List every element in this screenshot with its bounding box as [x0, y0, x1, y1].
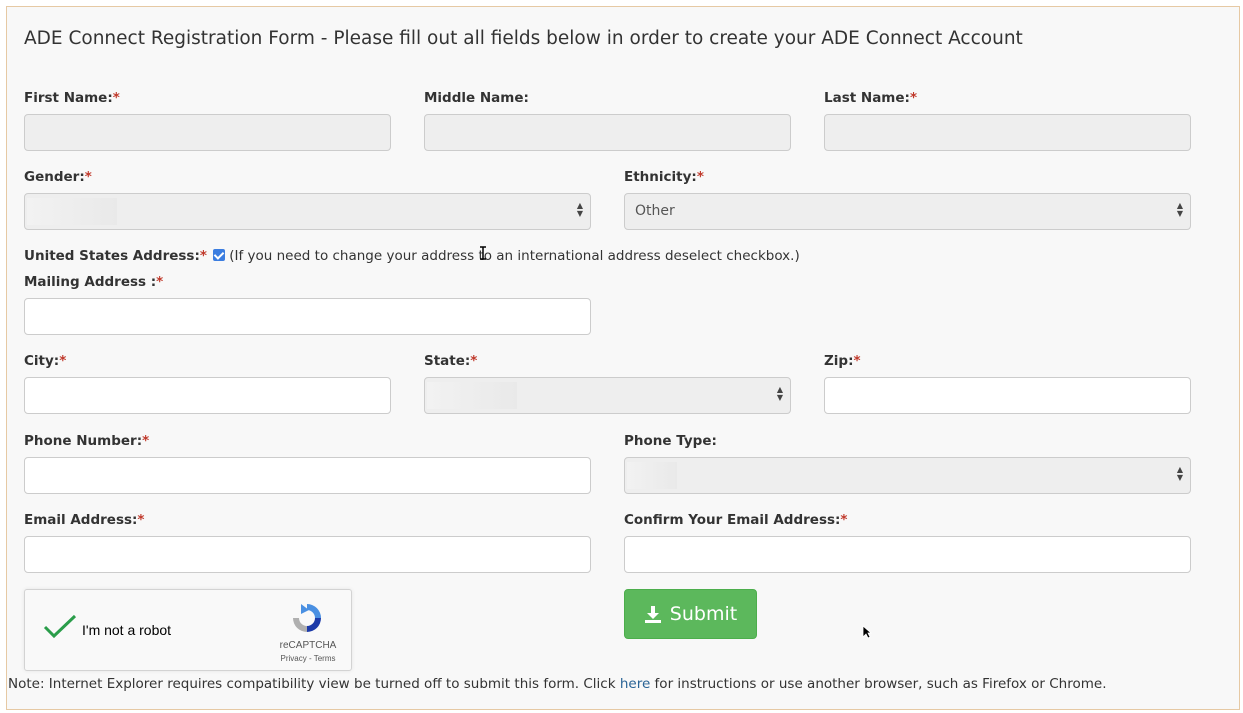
required-marker: * [137, 512, 145, 528]
first-name-label: First Name:* [24, 90, 120, 106]
browser-note: Note: Internet Explorer requires compati… [8, 676, 1107, 692]
required-marker: * [112, 90, 120, 106]
phone-number-label: Phone Number:* [24, 433, 150, 449]
us-address-label: United States Address: [24, 248, 200, 264]
ethnicity-select[interactable]: Other ▲ ▼ [624, 193, 1191, 230]
select-arrows-icon: ▲ ▼ [1176, 201, 1184, 218]
middle-name-input[interactable] [424, 114, 791, 151]
email-input[interactable] [24, 536, 591, 573]
recaptcha-widget[interactable]: I'm not a robot reCAPTCHA Privacy - Term… [24, 589, 352, 671]
city-input[interactable] [24, 377, 391, 414]
required-marker: * [142, 433, 150, 449]
recaptcha-links[interactable]: Privacy - Terms [273, 654, 343, 663]
ethnicity-label: Ethnicity:* [624, 169, 704, 185]
middle-name-label: Middle Name: [424, 90, 529, 106]
city-label: City:* [24, 353, 67, 369]
checkmark-icon[interactable] [43, 614, 77, 640]
us-address-checkbox[interactable] [213, 249, 226, 261]
first-name-input[interactable] [24, 114, 391, 151]
mailing-address-label: Mailing Address :* [24, 274, 164, 290]
confirm-email-input[interactable] [624, 536, 1191, 573]
zip-label: Zip:* [824, 353, 861, 369]
state-label: State:* [424, 353, 478, 369]
confirm-email-label: Confirm Your Email Address:* [624, 512, 848, 528]
email-label: Email Address:* [24, 512, 145, 528]
select-arrows-icon: ▲ ▼ [1176, 465, 1184, 482]
required-marker: * [84, 169, 92, 185]
ethnicity-select-value: Other [635, 203, 675, 219]
select-arrows-icon: ▲ ▼ [776, 385, 784, 402]
state-select-value [427, 382, 517, 409]
submit-button[interactable]: Submit [624, 589, 757, 639]
mailing-address-input[interactable] [24, 298, 591, 335]
recaptcha-logo-icon [293, 604, 321, 632]
text-cursor-icon [480, 246, 486, 260]
us-address-row: United States Address:* (If you need to … [24, 248, 800, 264]
required-marker: * [199, 248, 207, 264]
phone-number-input[interactable] [24, 457, 591, 494]
submit-label: Submit [669, 603, 738, 625]
gender-select-value [27, 198, 117, 225]
required-marker: * [909, 90, 917, 106]
required-marker: * [59, 353, 67, 369]
form-title: ADE Connect Registration Form - Please f… [24, 28, 1023, 49]
zip-input[interactable] [824, 377, 1191, 414]
us-address-note: (If you need to change your address to a… [229, 248, 800, 264]
required-marker: * [696, 169, 704, 185]
recaptcha-brand: reCAPTCHA [279, 640, 337, 651]
required-marker: * [853, 353, 861, 369]
phone-type-select[interactable]: ▲ ▼ [624, 457, 1191, 494]
phone-type-select-value [627, 462, 677, 489]
last-name-label: Last Name:* [824, 90, 917, 106]
required-marker: * [840, 512, 848, 528]
recaptcha-label: I'm not a robot [82, 622, 172, 638]
state-select[interactable]: ▲ ▼ [424, 377, 791, 414]
required-marker: * [470, 353, 478, 369]
last-name-input[interactable] [824, 114, 1191, 151]
mouse-pointer-icon [862, 625, 872, 639]
gender-select[interactable]: ▲ ▼ [24, 193, 591, 230]
required-marker: * [156, 274, 164, 290]
gender-label: Gender:* [24, 169, 92, 185]
download-icon [644, 606, 661, 623]
select-arrows-icon: ▲ ▼ [576, 201, 584, 218]
instructions-link[interactable]: here [620, 676, 650, 692]
phone-type-label: Phone Type: [624, 433, 717, 449]
